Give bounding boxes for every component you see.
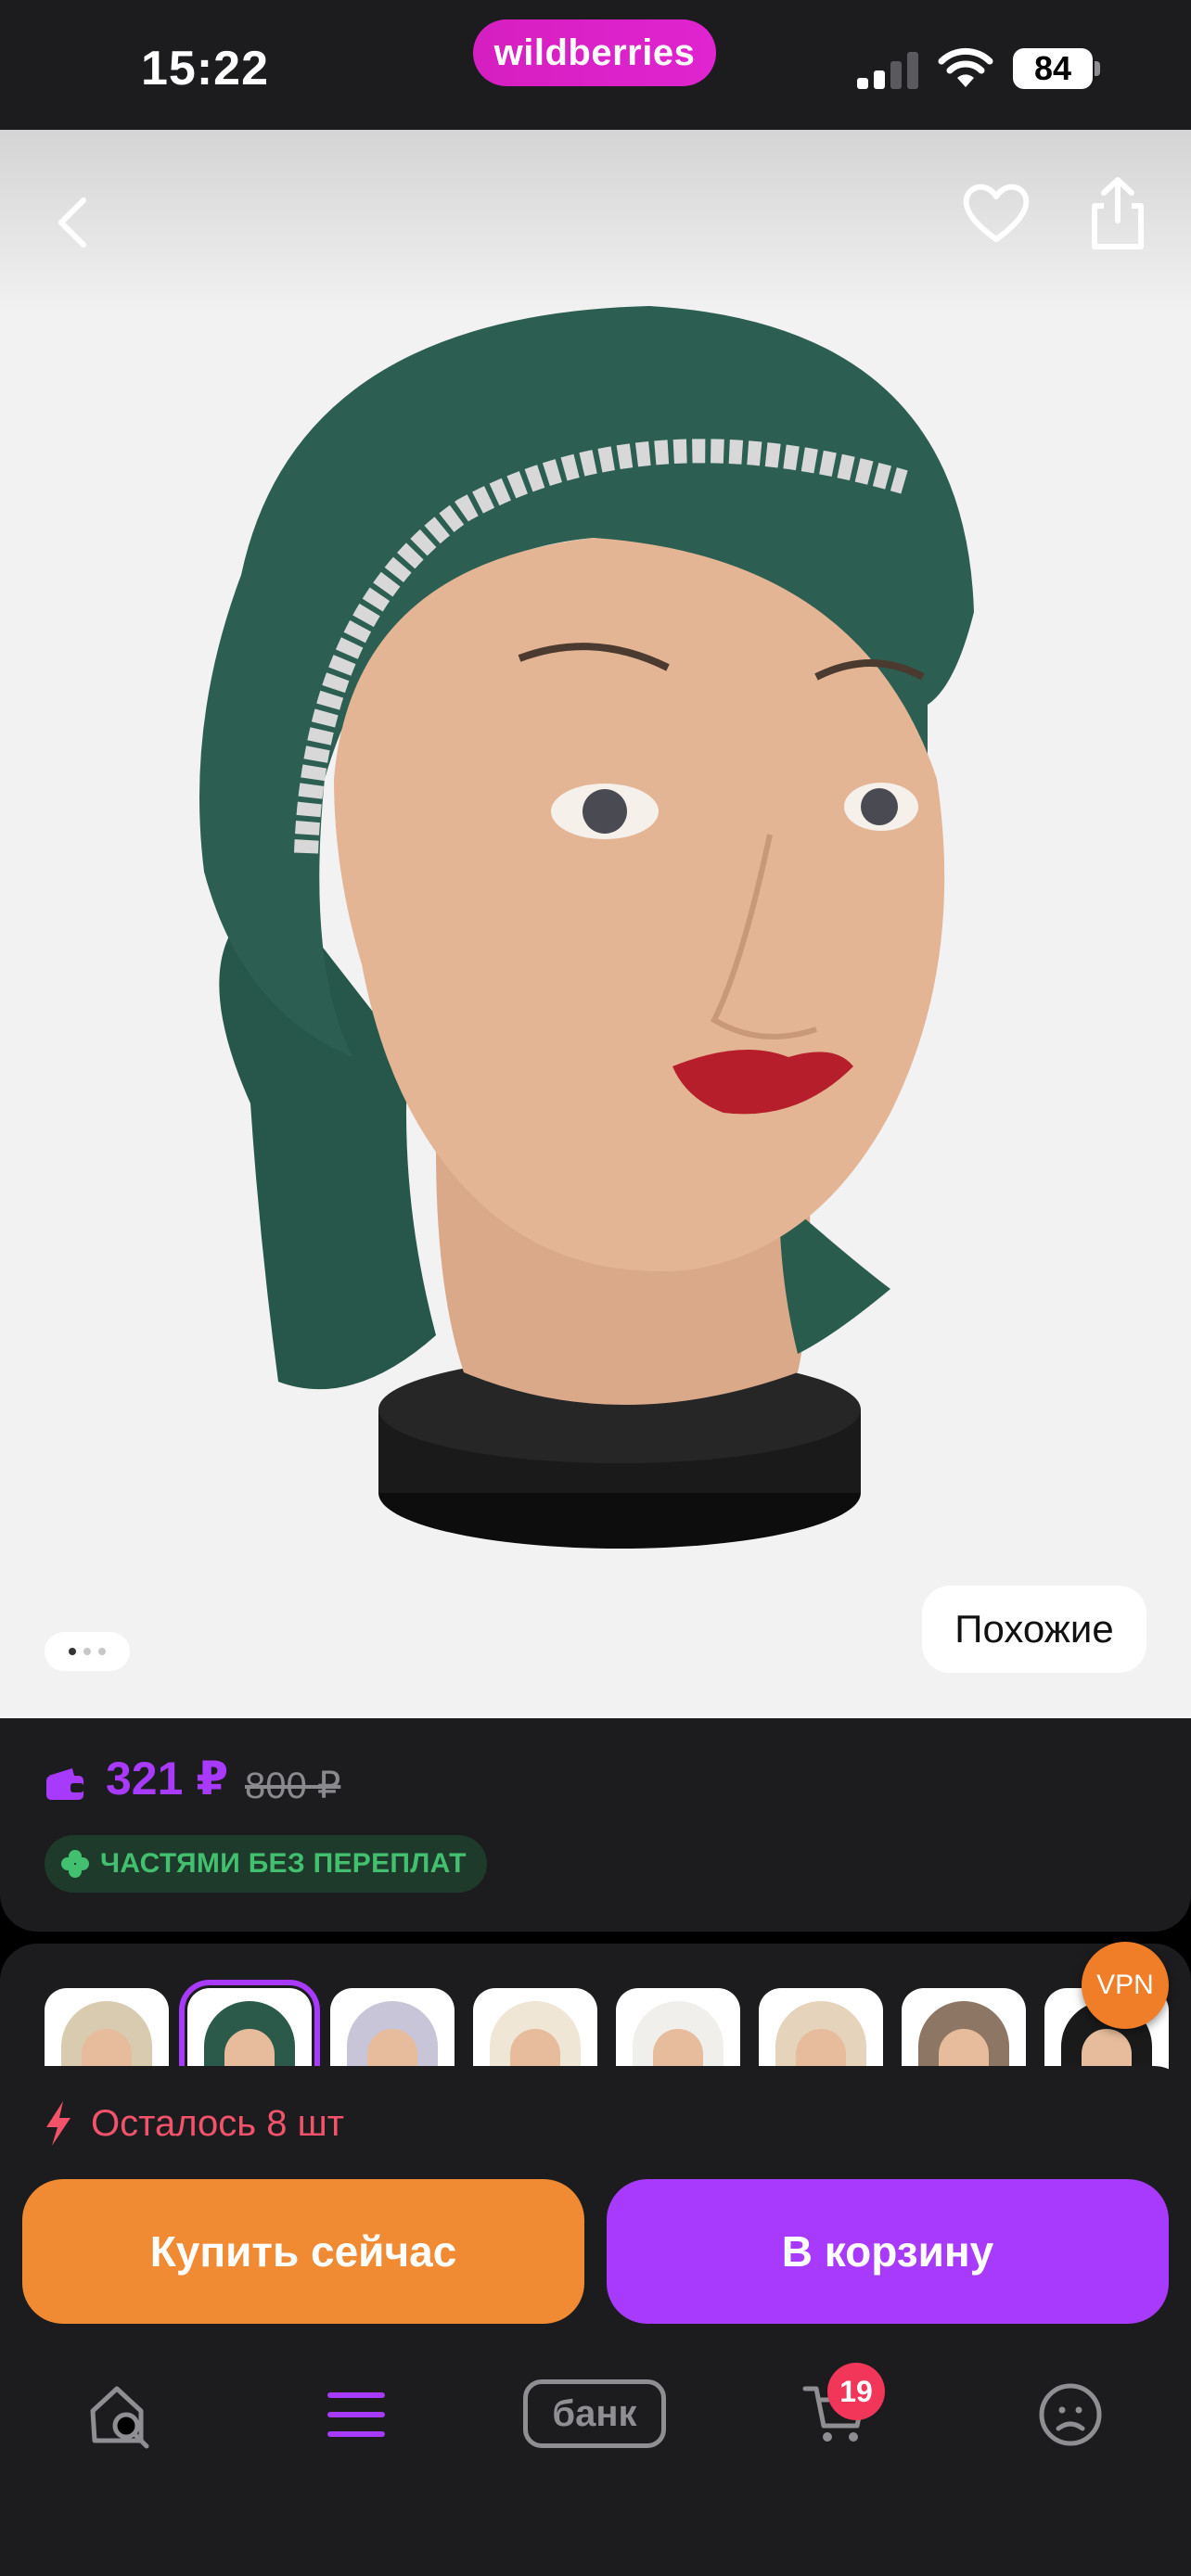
add-to-cart-button[interactable]: В корзину: [607, 2179, 1169, 2324]
profile-icon: [1039, 2383, 1102, 2446]
installments-badge[interactable]: ЧАСТЯМИ БЕЗ ПЕРЕПЛАТ: [45, 1835, 487, 1893]
clover-icon: [61, 1850, 89, 1878]
share-button[interactable]: [1085, 174, 1150, 252]
brand-pill[interactable]: wildberries: [473, 19, 716, 86]
tab-bank[interactable]: банк: [523, 2379, 666, 2448]
battery-indicator: 84: [1013, 48, 1100, 89]
tab-profile[interactable]: [1024, 2370, 1117, 2459]
stock-indicator: Осталось 8 шт: [45, 2101, 344, 2146]
wallet-icon: [46, 1768, 83, 1800]
current-price: 321 ₽: [106, 1753, 229, 1804]
favorite-button[interactable]: [961, 176, 1031, 250]
tab-catalog[interactable]: [310, 2370, 403, 2459]
purchase-panel: Осталось 8 шт Купить сейчас В корзину: [0, 2066, 1191, 2576]
buy-now-button[interactable]: Купить сейчас: [22, 2179, 584, 2324]
chevron-left-icon: [58, 198, 86, 248]
product-image-gallery[interactable]: Похожие: [0, 130, 1191, 1718]
image-page-indicator: [45, 1632, 130, 1671]
page-dot: [69, 1648, 76, 1655]
share-icon: [1092, 177, 1144, 249]
lightning-icon: [46, 2101, 70, 2146]
page-dot: [98, 1648, 106, 1655]
installments-label: ЧАСТЯМИ БЕЗ ПЕРЕПЛАТ: [100, 1848, 467, 1879]
cart-count-badge: 19: [827, 2363, 885, 2420]
stock-label: Осталось 8 шт: [91, 2102, 344, 2144]
product-photo: [199, 306, 974, 1549]
page-dot: [83, 1648, 91, 1655]
status-bar: 15:22 wildberries 84: [0, 0, 1191, 130]
wifi-icon: [938, 47, 993, 87]
tab-home-search[interactable]: [74, 2370, 167, 2459]
back-button[interactable]: [45, 185, 100, 260]
clock: 15:22: [141, 42, 269, 96]
price-section: 321 ₽ 800 ₽ ЧАСТЯМИ БЕЗ ПЕРЕПЛАТ: [0, 1718, 1191, 1932]
similar-products-button[interactable]: Похожие: [922, 1586, 1146, 1673]
home-search-icon: [90, 2386, 149, 2449]
battery-level: 84: [1013, 48, 1093, 89]
cellular-signal-icon: [857, 52, 918, 89]
vpn-badge[interactable]: VPN: [1082, 1942, 1169, 2029]
menu-icon: [327, 2392, 385, 2437]
heart-icon: [963, 184, 1030, 242]
old-price: 800 ₽: [245, 1766, 341, 1806]
